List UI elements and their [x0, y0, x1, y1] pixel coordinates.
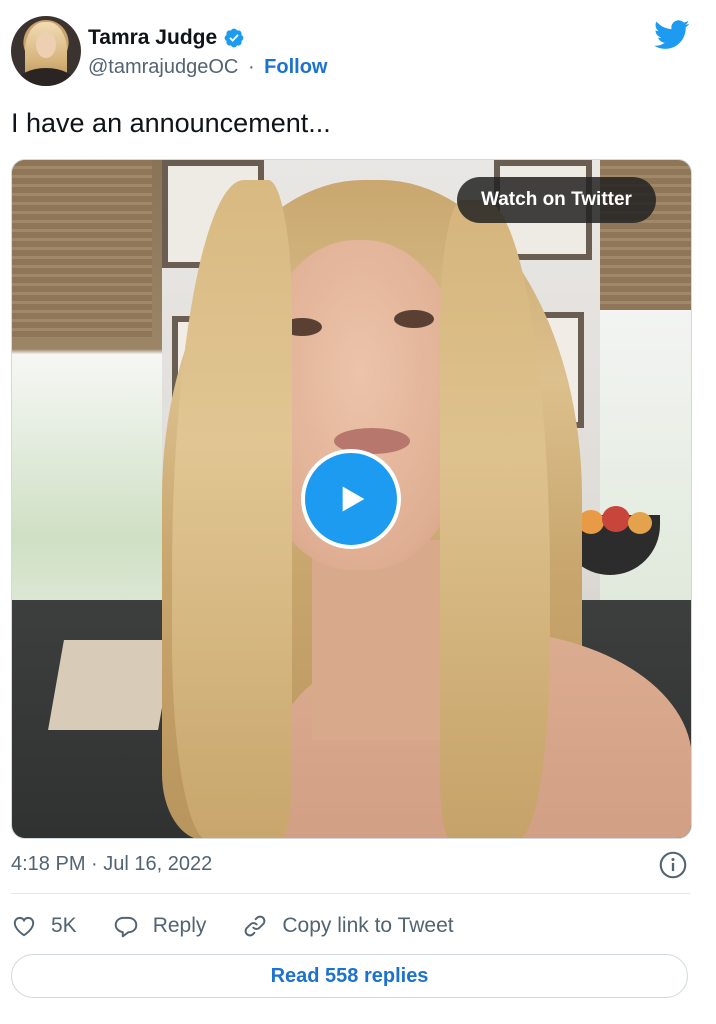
- author-name[interactable]: Tamra Judge: [88, 26, 217, 50]
- action-bar: 5K Reply Copy link to Tweet: [11, 908, 454, 944]
- read-replies-button[interactable]: Read 558 replies: [11, 954, 688, 998]
- video-fruit: [602, 506, 630, 532]
- reply-button[interactable]: Reply: [113, 913, 207, 939]
- handle-separator: ·: [247, 56, 255, 78]
- video-window-right: [600, 310, 691, 650]
- verified-badge-icon: [224, 28, 244, 48]
- divider: [11, 893, 690, 894]
- video-person-neck: [312, 540, 452, 740]
- copy-link-label: Copy link to Tweet: [282, 914, 454, 937]
- watch-on-twitter-button[interactable]: Watch on Twitter: [457, 177, 656, 223]
- follow-button[interactable]: Follow: [264, 56, 327, 78]
- video-placemat: [48, 640, 174, 730]
- reply-label: Reply: [152, 914, 207, 937]
- twitter-bird-icon[interactable]: [654, 20, 690, 50]
- play-icon: [342, 486, 365, 512]
- tweet-card: Tamra Judge @tamrajudgeOC · Follow I hav…: [0, 0, 716, 1024]
- author-handle[interactable]: @tamrajudgeOC: [88, 56, 238, 78]
- heart-icon: [13, 916, 35, 937]
- video-player[interactable]: Watch on Twitter: [11, 159, 692, 839]
- play-button[interactable]: [301, 449, 401, 549]
- reply-icon: [114, 916, 137, 938]
- info-icon[interactable]: [659, 851, 687, 879]
- avatar[interactable]: [11, 16, 81, 86]
- handle-row: @tamrajudgeOC · Follow: [88, 56, 328, 79]
- copy-link-button[interactable]: Copy link to Tweet: [242, 913, 454, 939]
- link-icon: [245, 915, 266, 937]
- like-button[interactable]: 5K: [11, 913, 77, 939]
- video-blind-left: [12, 160, 152, 338]
- video-person-eye: [394, 310, 434, 328]
- avatar-face: [36, 32, 56, 58]
- author-name-row[interactable]: Tamra Judge: [88, 26, 245, 50]
- tweet-timestamp[interactable]: 4:18 PM · Jul 16, 2022: [11, 853, 212, 876]
- tweet-text: I have an announcement...: [11, 108, 331, 138]
- video-fruit: [628, 512, 652, 534]
- like-count: 5K: [51, 914, 77, 937]
